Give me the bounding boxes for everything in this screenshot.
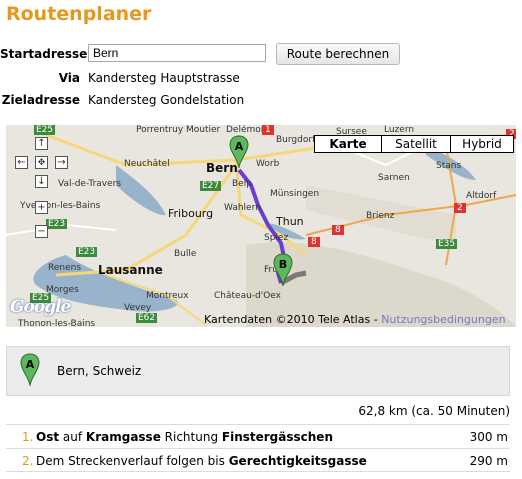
road-badge: E27 [200,181,222,191]
map-attribution: Kartendaten ©2010 Tele Atlas - Nutzungsb… [204,313,506,326]
start-label: Startadresse [0,47,88,61]
attribution-text: Kartendaten ©2010 Tele Atlas - [204,313,378,326]
map-label-moutier: Moutier [186,125,221,135]
direction-step[interactable]: 2. Dem Streckenverlauf folgen bis Gerech… [6,448,510,472]
step-bold: Gerechtigkeitsgasse [228,454,367,468]
map-label-sarnen: Sarnen [378,173,410,183]
destination-row: Zieladresse Kandersteg Gondelstation [0,91,522,113]
map-label-bulle: Bulle [174,249,197,259]
destination-label: Zieladresse [1,93,80,107]
zoom-out-icon[interactable]: − [35,225,48,238]
map-label-vevey: Vevey [124,303,152,313]
start-marker-letter: A [26,358,35,371]
start-point-label: Bern, Schweiz [57,364,142,378]
map-label-wahlern: Wahlern [224,203,261,213]
step-instruction: Ost auf Kramgasse Richtung Finstergässch… [36,430,333,444]
route-map[interactable]: Bern Lausanne Fribourg Thun Yverdon-les-… [6,125,516,327]
step-bold: Ost [36,430,60,444]
pan-right-icon[interactable]: → [55,156,68,169]
road-badge: 8 [308,237,320,247]
map-label-thun: Thun [276,215,304,228]
map-label-lausanne: Lausanne [98,263,163,277]
map-label-burgdorf: Burgdorf [276,135,316,145]
page-title: Routenplaner [6,3,152,25]
map-label-worb: Worb [256,159,280,169]
map-label-muensingen: Münsingen [270,189,320,199]
map-label-chateau-doex: Château-d'Oex [214,291,282,301]
road-badge: E35 [436,239,458,249]
start-marker-icon: A [20,353,40,387]
map-label-thonon: Thonon-les-Bains [18,319,96,327]
step-bold: Kramgasse [85,430,161,444]
road-badge: 8 [332,225,344,235]
step-number: 1. [22,430,34,444]
calculate-route-button[interactable]: Route berechnen [276,43,400,65]
map-type-karte-button[interactable]: Karte [315,136,381,152]
map-label-luzern: Luzern [384,125,415,135]
step-instruction: Dem Streckenverlauf folgen bis Gerechtig… [36,454,367,468]
road-badge: E62 [136,313,158,323]
via-label: Via [58,71,80,85]
map-label-spiez: Spiez [264,233,289,243]
marker-a-icon[interactable]: A [228,135,250,169]
via-row: Via Kandersteg Hauptstrasse [0,69,522,91]
step-length: 300 m [469,430,508,444]
zoom-in-icon[interactable]: + [35,201,48,214]
marker-b-icon[interactable]: B [272,253,294,287]
route-distance: 62,8 km (ca. 50 Minuten) [358,404,510,418]
map-label-yverdon: Yverdon-les-Bains [20,201,101,211]
map-type-hybrid-button[interactable]: Hybrid [450,136,513,152]
map-label-montreux: Montreux [146,291,189,301]
map-label-brienz: Brienz [366,211,395,221]
pan-down-icon[interactable]: ↓ [35,175,48,188]
step-length: 290 m [469,454,508,468]
road-badge: E25 [34,125,56,135]
map-type-satellit-button[interactable]: Satellit [381,136,450,152]
road-badge: 1 [262,125,274,135]
step-text: auf [59,430,86,444]
step-text: Richtung [160,430,222,444]
step-text: Dem Streckenverlauf folgen bis [36,454,229,468]
pan-center-icon[interactable]: ✥ [35,156,48,169]
start-point-box: A Bern, Schweiz [6,346,510,396]
map-label-stans: Stans [436,161,462,171]
road-badge: 2 [454,203,466,213]
map-label-porrentruy: Porrentruy [136,125,184,135]
map-type-selector: Karte Satellit Hybrid [314,135,514,153]
map-label-belp: Belp [232,179,252,189]
road-badge: E23 [76,247,98,257]
terms-link[interactable]: Nutzungsbedingungen [381,313,505,326]
step-bold: Finstergässchen [221,430,333,444]
start-row: Startadresse Route berechnen [0,43,522,65]
map-label-neuchatel: Neuchâtel [124,159,170,169]
google-logo: Google [10,297,71,317]
via-value: Kandersteg Hauptstrasse [88,71,240,85]
direction-step[interactable]: 1. Ost auf Kramgasse Richtung Finstergäs… [6,424,510,447]
marker-a-letter: A [235,140,244,153]
marker-b-letter: B [279,258,287,271]
pan-left-icon[interactable]: ← [15,156,28,169]
destination-value: Kandersteg Gondelstation [88,93,245,107]
step-number: 2. [22,454,34,468]
map-label-altdorf: Altdorf [466,191,497,201]
map-label-renens: Renens [48,263,82,273]
pan-up-icon[interactable]: ↑ [35,137,48,150]
start-address-input[interactable] [88,44,266,62]
road-badge: E23 [46,219,68,229]
map-label-fribourg: Fribourg [168,207,214,220]
map-label-val-de-travers: Val-de-Travers [58,179,122,189]
